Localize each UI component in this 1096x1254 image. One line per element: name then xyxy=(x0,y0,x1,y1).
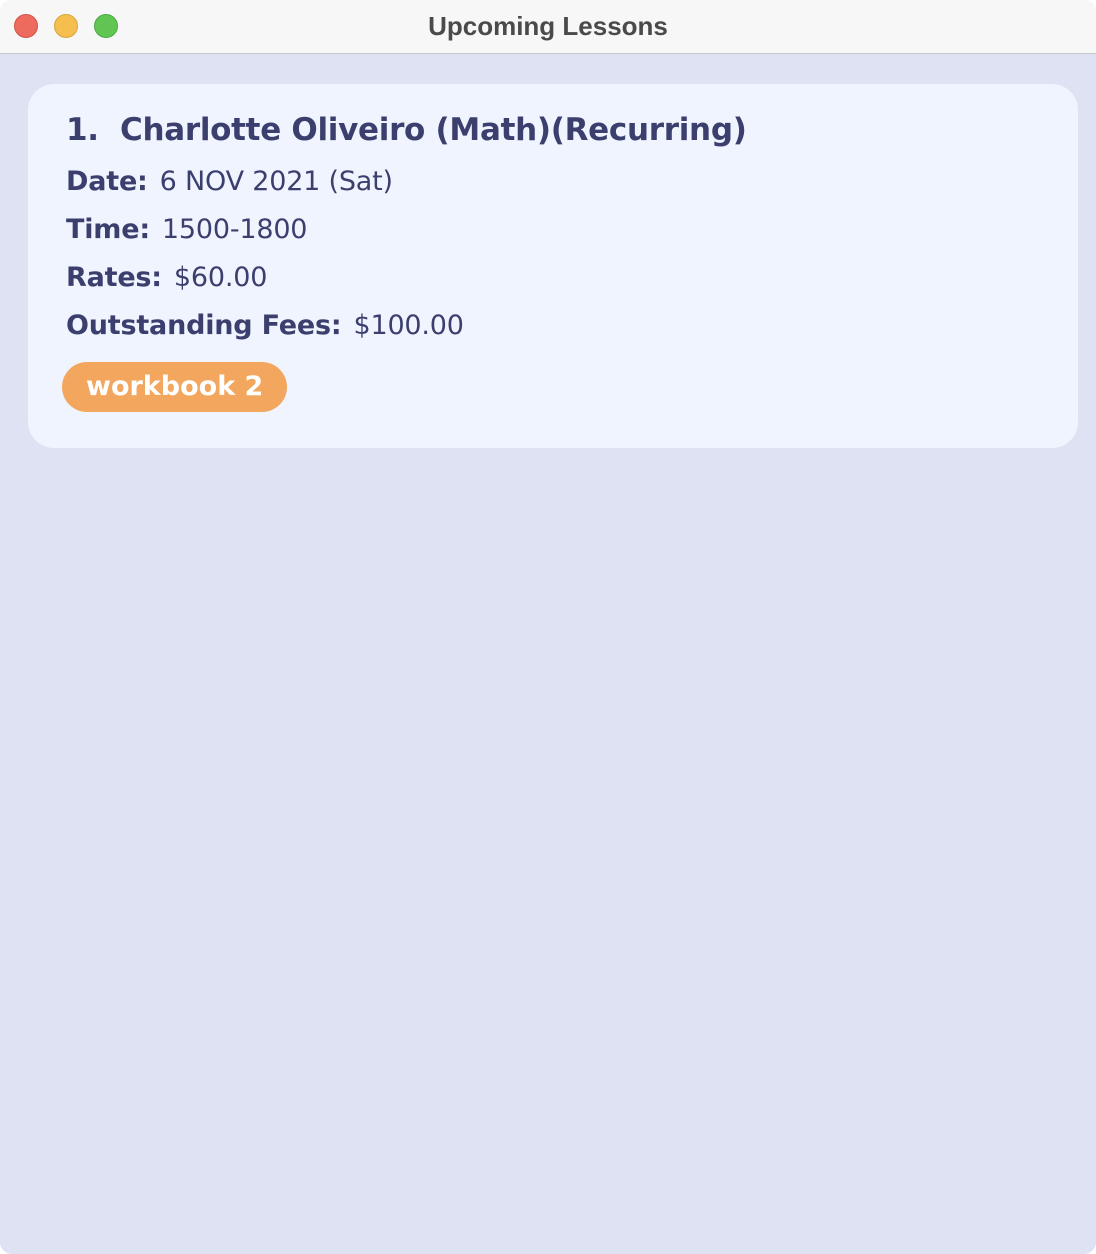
title-bar: Upcoming Lessons xyxy=(0,0,1096,54)
time-value: 1500-1800 xyxy=(161,214,308,245)
date-value: 6 NOV 2021 (Sat) xyxy=(159,166,393,197)
lesson-date-row: Date: 6 NOV 2021 (Sat) xyxy=(66,166,393,197)
time-label: Time: xyxy=(66,214,150,245)
rates-value: $60.00 xyxy=(173,262,268,293)
rates-label: Rates: xyxy=(66,262,162,293)
date-label: Date: xyxy=(66,166,148,197)
lesson-index: 1. xyxy=(66,112,99,148)
window-title: Upcoming Lessons xyxy=(428,11,668,41)
homework-tag: workbook 2 xyxy=(62,362,288,412)
lesson-list[interactable]: 1. Charlotte Oliveiro (Math)(Recurring) D… xyxy=(0,54,1096,1254)
fees-value: $100.00 xyxy=(353,310,464,341)
lesson-card[interactable]: 1. Charlotte Oliveiro (Math)(Recurring) D… xyxy=(28,84,1078,448)
app-window: Upcoming Lessons 1. Charlotte Oliveiro (M… xyxy=(0,0,1096,1254)
lesson-time-row: Time: 1500-1800 xyxy=(66,214,307,245)
lesson-name: Charlotte Oliveiro (Math)(Recurring) xyxy=(120,112,747,148)
lesson-rates-row: Rates: $60.00 xyxy=(66,262,267,293)
fees-label: Outstanding Fees: xyxy=(66,310,342,341)
lesson-title: 1. Charlotte Oliveiro (Math)(Recurring) xyxy=(66,112,747,148)
lesson-fees-row: Outstanding Fees: $100.00 xyxy=(66,310,464,341)
